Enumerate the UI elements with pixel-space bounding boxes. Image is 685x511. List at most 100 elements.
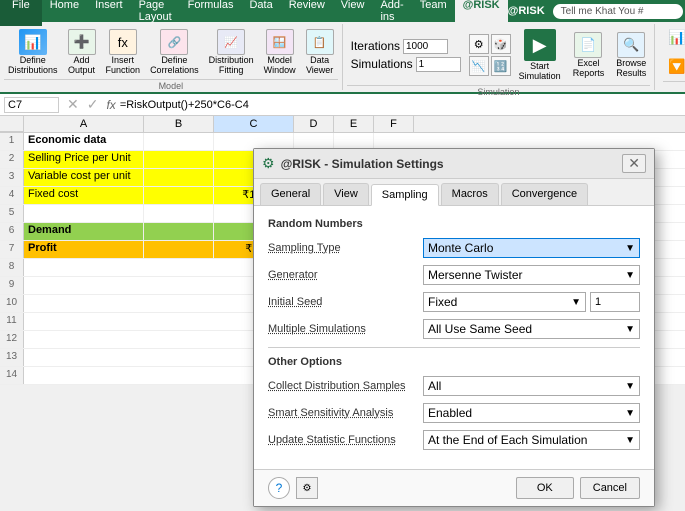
define-distributions-btn[interactable]: 📊 DefineDistributions <box>4 26 62 79</box>
cell-b5[interactable] <box>144 205 214 222</box>
simulation-settings-dialog: ⚙ @RISK - Simulation Settings ✕ General … <box>253 148 655 507</box>
row-num: 7 <box>0 241 24 258</box>
settings-icon-btn4[interactable]: 🔢 <box>491 56 511 76</box>
dialog-tab-convergence[interactable]: Convergence <box>501 183 588 205</box>
excel-reports-btn[interactable]: 📄 ExcelReports <box>569 29 609 82</box>
cell-b2[interactable] <box>144 151 214 168</box>
settings-icon-btn2[interactable]: 🎲 <box>491 34 511 54</box>
view-tab[interactable]: View <box>333 0 373 26</box>
initial-seed-input[interactable] <box>590 292 640 312</box>
other-options-title: Other Options <box>268 356 640 368</box>
team-tab[interactable]: Team <box>412 0 455 26</box>
simulations-label: Simulations <box>351 57 413 71</box>
define-filters-btn[interactable]: 🔽 Define Filters <box>663 51 685 81</box>
iterations-input[interactable] <box>403 39 448 54</box>
distribution-fitting-btn[interactable]: 📈 DistributionFitting <box>205 26 258 79</box>
dialog-extra-btn[interactable]: ⚙ <box>296 477 318 499</box>
model-group: 📊 DefineDistributions ➕ AddOutput fx Ins… <box>0 24 343 90</box>
dialog-tab-macros[interactable]: Macros <box>441 183 499 205</box>
cell-a1[interactable]: Economic data <box>24 133 144 150</box>
data-viewer-label: DataViewer <box>306 56 333 76</box>
smart-sensitivity-label: Smart Sensitivity Analysis <box>268 407 423 419</box>
cell-b1[interactable] <box>144 133 214 150</box>
iterations-label: Iterations <box>351 39 400 53</box>
distribution-fitting-label: DistributionFitting <box>209 56 254 76</box>
cell-a6[interactable]: Demand <box>24 223 144 240</box>
collect-dist-select[interactable]: All ▼ <box>423 376 640 396</box>
dialog-tab-sampling[interactable]: Sampling <box>371 184 439 206</box>
initial-seed-select[interactable]: Fixed ▼ <box>423 292 586 312</box>
model-window-label: ModelWindow <box>264 56 296 76</box>
row-num: 6 <box>0 223 24 240</box>
review-tab[interactable]: Review <box>281 0 333 26</box>
cell-b7[interactable] <box>144 241 214 258</box>
start-sim-label: StartSimulation <box>519 62 561 82</box>
col-header-a: A <box>24 116 144 132</box>
simulation-group-label: Simulation <box>347 85 651 97</box>
cell-b4[interactable] <box>144 187 214 204</box>
search-box[interactable]: Tell me Khat You # <box>553 4 683 19</box>
define-correlations-btn[interactable]: 🔗 DefineCorrelations <box>146 26 203 79</box>
cell-b3[interactable] <box>144 169 214 186</box>
cell-b6[interactable] <box>144 223 214 240</box>
atrisk-brand: @RISK <box>508 5 545 17</box>
browse-results-label: BrowseResults <box>616 59 646 79</box>
dialog-titlebar: ⚙ @RISK - Simulation Settings ✕ <box>254 149 654 179</box>
sampling-type-select[interactable]: Monte Carlo ▼ <box>423 238 640 258</box>
insert-function-btn[interactable]: fx InsertFunction <box>102 26 145 79</box>
initial-seed-label: Initial Seed <box>268 296 423 308</box>
dialog-tab-view[interactable]: View <box>323 183 369 205</box>
model-window-btn[interactable]: 🪟 ModelWindow <box>260 26 300 79</box>
insert-function-label: InsertFunction <box>106 56 141 76</box>
generator-label: Generator <box>268 269 423 281</box>
smart-sensitivity-select[interactable]: Enabled ▼ <box>423 403 640 423</box>
dialog-title: @RISK - Simulation Settings <box>281 157 444 171</box>
row-num: 3 <box>0 169 24 186</box>
add-output-label: AddOutput <box>68 56 95 76</box>
cell-a3[interactable]: Variable cost per unit <box>24 169 144 186</box>
data-tab[interactable]: Data <box>241 0 280 26</box>
other-options-section: Other Options Collect Distribution Sampl… <box>268 356 640 450</box>
row-num: 4 <box>0 187 24 204</box>
results-group: 📊 Summary 🔽 Define Filters Results <box>655 24 685 90</box>
simulation-group: Iterations Simulations ⚙ 🎲 📉 <box>343 24 656 90</box>
simulations-input[interactable] <box>416 57 461 72</box>
cell-a5[interactable] <box>24 205 144 222</box>
dialog-ok-btn[interactable]: OK <box>516 477 574 499</box>
dialog-cancel-btn[interactable]: Cancel <box>580 477 640 499</box>
insert-tab[interactable]: Insert <box>87 0 131 26</box>
dialog-close-btn[interactable]: ✕ <box>622 154 646 173</box>
random-numbers-title: Random Numbers <box>268 218 640 230</box>
cell-a2[interactable]: Selling Price per Unit <box>24 151 144 168</box>
col-header-b: B <box>144 116 214 132</box>
update-stat-select[interactable]: At the End of Each Simulation ▼ <box>423 430 640 450</box>
browse-results-btn[interactable]: 🔍 BrowseResults <box>612 29 650 82</box>
dialog-help-btn[interactable]: ? <box>268 477 290 499</box>
row-num: 2 <box>0 151 24 168</box>
home-tab[interactable]: Home <box>42 0 87 26</box>
random-numbers-section: Random Numbers Sampling Type Monte Carlo… <box>268 218 640 339</box>
update-stat-label: Update Statistic Functions <box>268 434 423 446</box>
start-simulation-btn[interactable]: ▶ StartSimulation <box>515 26 565 85</box>
collect-dist-label: Collect Distribution Samples <box>268 380 423 392</box>
settings-icon-btn3[interactable]: 📉 <box>469 56 489 76</box>
atrisk-tab[interactable]: @RISK <box>455 0 508 26</box>
settings-icon-btn[interactable]: ⚙ <box>469 34 489 54</box>
model-group-label: Model <box>4 79 338 91</box>
cell-reference[interactable] <box>4 97 59 113</box>
generator-select[interactable]: Mersenne Twister ▼ <box>423 265 640 285</box>
add-output-btn[interactable]: ➕ AddOutput <box>64 26 100 79</box>
formulas-tab[interactable]: Formulas <box>180 0 242 26</box>
data-viewer-btn[interactable]: 📋 DataViewer <box>302 26 338 79</box>
file-tab[interactable]: File <box>0 0 42 26</box>
col-header-c: C <box>214 116 294 132</box>
cell-a7[interactable]: Profit <box>24 241 144 258</box>
dialog-tab-general[interactable]: General <box>260 183 321 205</box>
summary-btn[interactable]: 📊 Summary <box>663 26 685 49</box>
cell-a4[interactable]: Fixed cost <box>24 187 144 204</box>
page-layout-tab[interactable]: Page Layout <box>131 0 180 26</box>
formula-input[interactable] <box>120 99 681 111</box>
multiple-sims-select[interactable]: All Use Same Seed ▼ <box>423 319 640 339</box>
row-num: 5 <box>0 205 24 222</box>
addins-tab[interactable]: Add-ins <box>372 0 411 26</box>
